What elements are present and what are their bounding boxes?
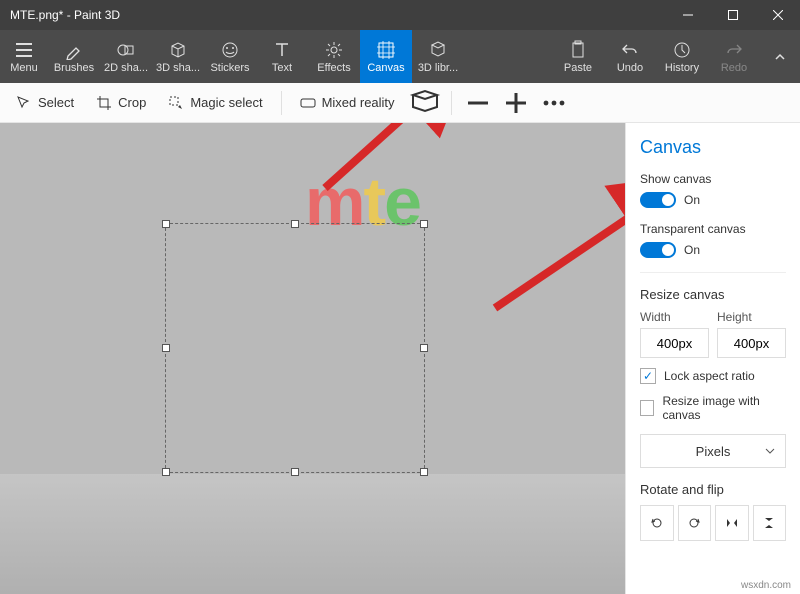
rotate-right-button[interactable] (678, 505, 712, 541)
resize-handle[interactable] (162, 344, 170, 352)
resize-handle[interactable] (162, 220, 170, 228)
undo-button[interactable]: Undo (604, 30, 656, 83)
mixed-reality-tool[interactable]: Mixed reality (292, 91, 403, 115)
minimize-button[interactable] (665, 0, 710, 30)
brushes-button[interactable]: Brushes (48, 30, 100, 83)
redo-button[interactable]: Redo (708, 30, 760, 83)
paste-button[interactable]: Paste (552, 30, 604, 83)
close-button[interactable] (755, 0, 800, 30)
transparent-canvas-property: Transparent canvas On (640, 222, 786, 258)
3d-view-button[interactable] (409, 87, 441, 119)
watermark: wsxdn.com (738, 579, 794, 592)
resize-handle[interactable] (291, 220, 299, 228)
flip-horizontal-button[interactable] (715, 505, 749, 541)
history-button[interactable]: History (656, 30, 708, 83)
window-title: MTE.png* - Paint 3D (0, 8, 665, 22)
flip-vertical-button[interactable] (753, 505, 787, 541)
width-input[interactable] (640, 328, 709, 358)
rotate-left-button[interactable] (640, 505, 674, 541)
maximize-button[interactable] (710, 0, 755, 30)
secondary-toolbar: Select Crop Magic select Mixed reality (0, 83, 800, 123)
text-button[interactable]: Text (256, 30, 308, 83)
more-options-button[interactable] (538, 87, 570, 119)
zoom-in-button[interactable] (500, 87, 532, 119)
resize-image-checkbox[interactable]: Resize image with canvas (640, 394, 786, 422)
magic-select-tool[interactable]: Magic select (160, 91, 270, 115)
effects-button[interactable]: Effects (308, 30, 360, 83)
units-dropdown[interactable]: Pixels (640, 434, 786, 468)
crop-tool[interactable]: Crop (88, 91, 154, 115)
zoom-out-button[interactable] (462, 87, 494, 119)
resize-canvas-label: Resize canvas (640, 287, 786, 302)
height-input[interactable] (717, 328, 786, 358)
canvas-button[interactable]: Canvas (360, 30, 412, 83)
resize-handle[interactable] (420, 220, 428, 228)
chevron-down-icon (765, 444, 775, 459)
resize-handle[interactable] (420, 344, 428, 352)
resize-handle[interactable] (420, 468, 428, 476)
annotation-arrow (480, 198, 625, 323)
canvas-viewport[interactable]: mte (0, 123, 625, 594)
resize-handle[interactable] (162, 468, 170, 476)
title-bar: MTE.png* - Paint 3D (0, 0, 800, 30)
3d-shapes-button[interactable]: 3D sha... (152, 30, 204, 83)
3d-library-button[interactable]: 3D libr... (412, 30, 464, 83)
selection-box[interactable] (165, 223, 425, 473)
lock-aspect-checkbox[interactable]: ✓Lock aspect ratio (640, 368, 786, 384)
stickers-button[interactable]: Stickers (204, 30, 256, 83)
collapse-ribbon-button[interactable] (760, 30, 800, 83)
select-tool[interactable]: Select (8, 91, 82, 115)
menu-button[interactable]: Menu (0, 30, 48, 83)
canvas-floor (0, 474, 625, 594)
ribbon: Menu Brushes 2D sha... 3D sha... Sticker… (0, 30, 800, 83)
2d-shapes-button[interactable]: 2D sha... (100, 30, 152, 83)
canvas-panel: Canvas Show canvas On Transparent canvas… (625, 123, 800, 594)
show-canvas-property: Show canvas On (640, 172, 786, 208)
transparent-canvas-toggle[interactable]: On (640, 242, 786, 258)
show-canvas-toggle[interactable]: On (640, 192, 786, 208)
panel-title: Canvas (640, 137, 786, 158)
resize-handle[interactable] (291, 468, 299, 476)
rotate-flip-label: Rotate and flip (640, 482, 786, 497)
